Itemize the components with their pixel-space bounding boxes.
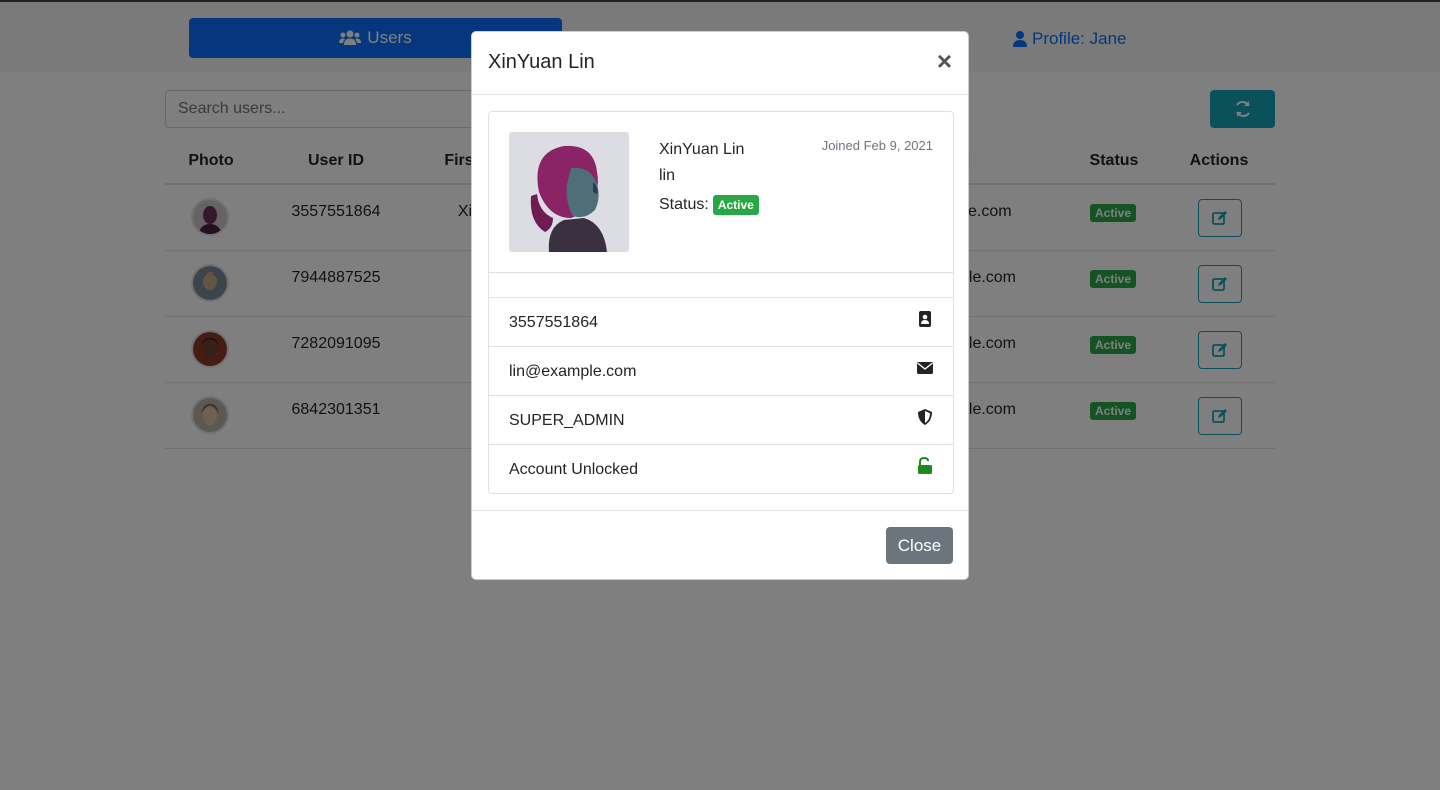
profile-card: XinYuan Lin lin Status: Active Joined Fe… xyxy=(488,111,954,494)
envelope-icon xyxy=(917,362,933,374)
list-item-role: SUPER_ADMIN xyxy=(489,396,953,445)
status-badge: Active xyxy=(712,195,759,215)
shield-icon xyxy=(918,409,932,425)
profile-status: Status: Active xyxy=(659,195,759,215)
email-value: lin@example.com xyxy=(509,363,637,380)
modal-footer: Close xyxy=(472,510,968,580)
lock-state-value: Account Unlocked xyxy=(509,461,638,478)
modal-header: XinYuan Lin × xyxy=(472,32,968,95)
profile-photo xyxy=(509,132,629,252)
divider xyxy=(489,273,953,298)
status-label: Status: xyxy=(659,196,709,213)
list-item-lock-state: Account Unlocked xyxy=(489,445,953,493)
profile-username: lin xyxy=(659,167,676,184)
close-icon[interactable]: × xyxy=(937,48,952,74)
user-detail-modal: XinYuan Lin × XinYuan Lin lin Status: Ac… xyxy=(471,31,969,580)
list-item-user-id: 3557551864 xyxy=(489,298,953,347)
joined-date: Joined Feb 9, 2021 xyxy=(821,138,933,153)
close-button[interactable]: Close xyxy=(886,527,953,564)
profile-name: XinYuan Lin xyxy=(659,141,745,158)
modal-title: XinYuan Lin xyxy=(488,51,595,73)
list-item-email: lin@example.com xyxy=(489,347,953,396)
profile-summary: XinYuan Lin lin Status: Active Joined Fe… xyxy=(489,112,953,273)
role-value: SUPER_ADMIN xyxy=(509,412,625,429)
user-id-value: 3557551864 xyxy=(509,314,598,331)
id-card-icon xyxy=(919,311,931,327)
unlock-icon xyxy=(918,457,932,474)
